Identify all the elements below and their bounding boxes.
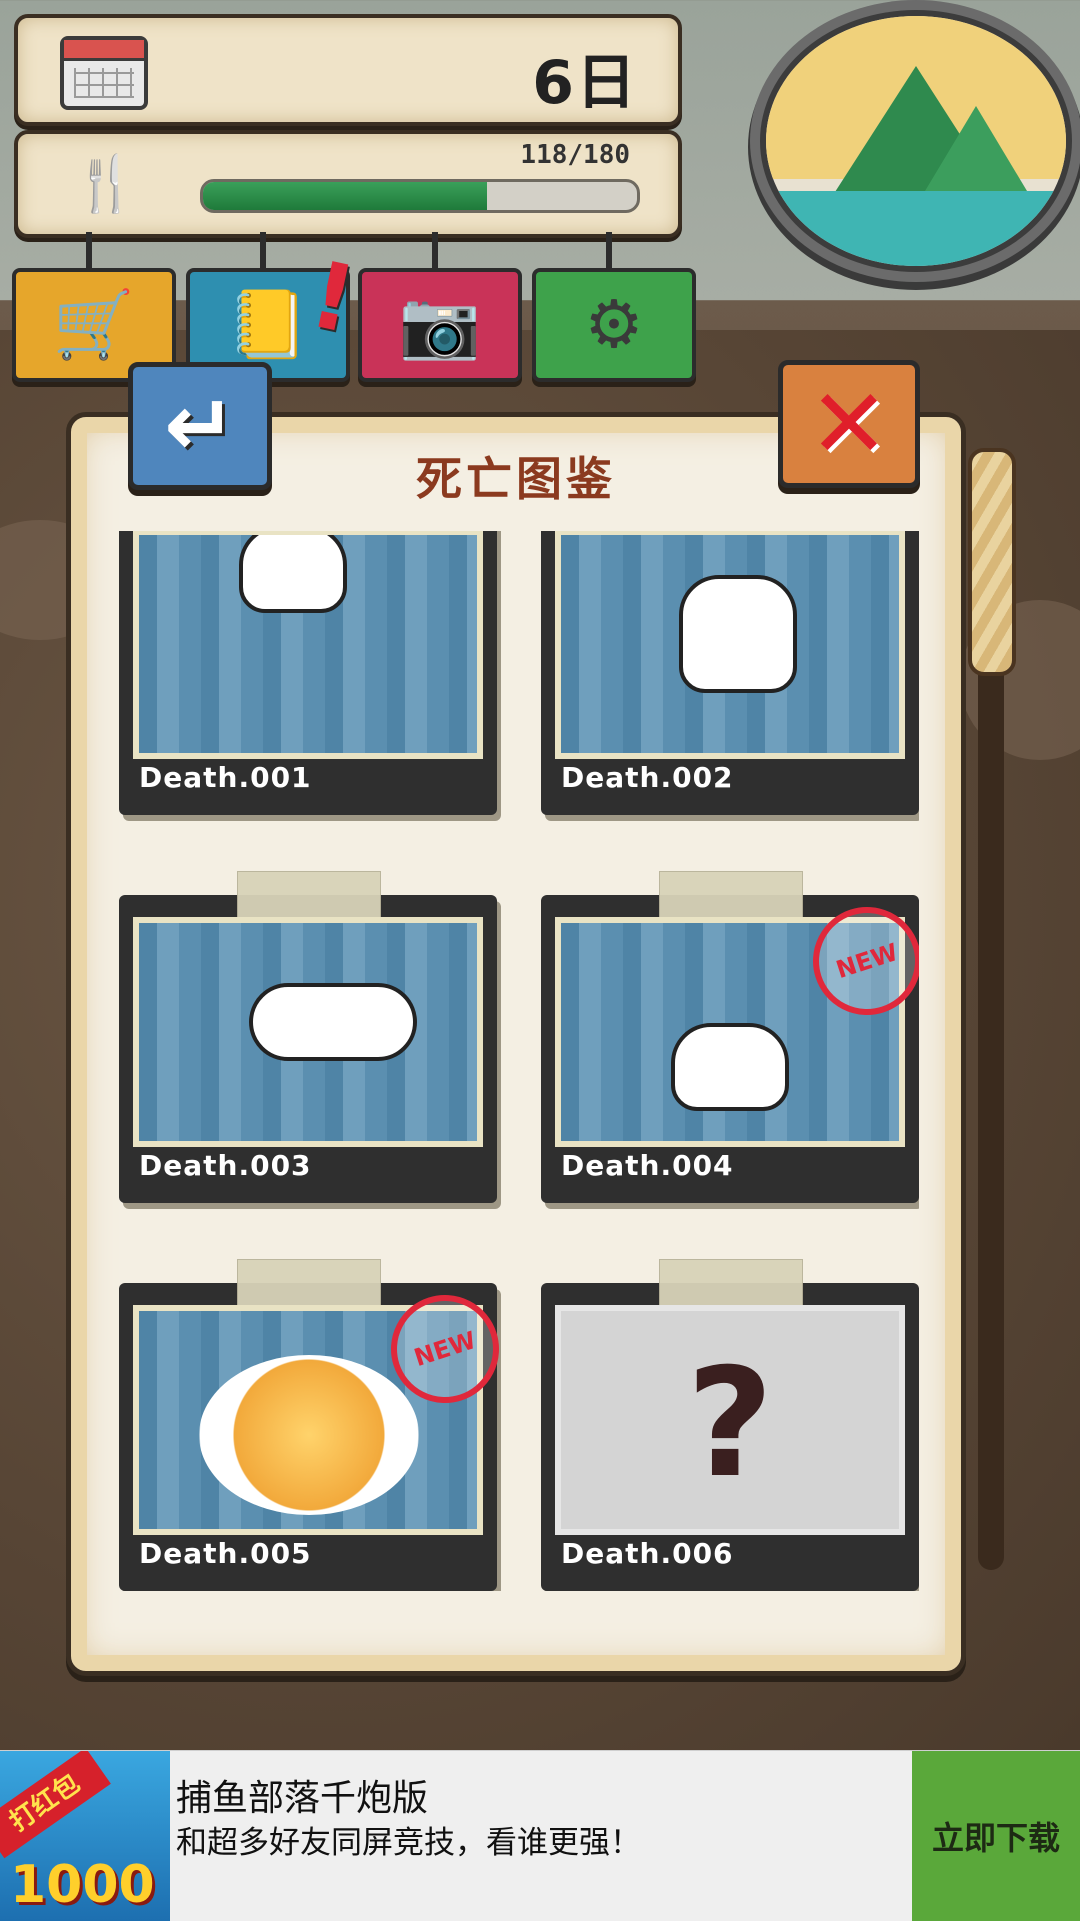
card-caption: Death.003 [139, 1149, 312, 1182]
fork-knife-icon: 🍴 [72, 152, 140, 215]
food-progress-fill [203, 182, 488, 210]
card-caption: Death.004 [561, 1149, 734, 1182]
camera-icon: 📷 [398, 286, 482, 363]
close-icon: ✕ [808, 368, 890, 480]
tape-strip [237, 1259, 381, 1307]
back-button[interactable]: ↵ [128, 362, 272, 490]
seal-character [671, 1023, 789, 1111]
death-illustration [133, 917, 483, 1147]
tape-strip [659, 1259, 803, 1307]
tape-strip [659, 871, 803, 919]
ad-icon-ribbon: 打红包 [0, 1751, 111, 1859]
explosion-illustration [199, 1355, 419, 1515]
tape-strip [237, 871, 381, 919]
food-meter-value: 118/180 [520, 140, 630, 170]
day-counter-value: 6日 [532, 48, 638, 118]
gallery-card-death-006[interactable]: ? Death.006 [541, 1259, 919, 1591]
ad-subtitle: 和超多好友同屏竞技，看谁更强！ [176, 1825, 641, 1861]
locked-illustration: ? [555, 1305, 905, 1535]
death-illustration [555, 531, 905, 759]
water-icon [766, 191, 1066, 266]
card-caption: Death.005 [139, 1537, 312, 1570]
seal-character [249, 983, 417, 1061]
seal-character [679, 575, 797, 693]
ad-title: 捕鱼部落千炮版 [176, 1778, 429, 1819]
death-gallery-dialog: 死亡图鉴 Death.001 Death.002 Death.003 NEW D… [66, 412, 966, 1676]
gear-icon: ⚙ [584, 286, 644, 363]
gallery-card-death-001[interactable]: Death.001 [119, 531, 497, 815]
map-button[interactable] [760, 10, 1072, 272]
food-meter-panel: 🍴 118/180 [14, 130, 682, 238]
day-counter-panel: 6日 [14, 14, 682, 126]
seal-character [239, 535, 347, 613]
gallery-card-death-004[interactable]: NEW Death.004 [541, 871, 919, 1203]
ad-banner[interactable]: 打红包 1000 捕鱼部落千炮版 和超多好友同屏竞技，看谁更强！ 立即下载 [0, 1750, 1080, 1921]
ad-download-button[interactable]: 立即下载 [912, 1751, 1080, 1921]
ad-icon-number: 1000 [10, 1855, 155, 1915]
close-button[interactable]: ✕ [778, 360, 920, 488]
gallery-card-death-005[interactable]: NEW Death.005 [119, 1259, 514, 1591]
settings-button[interactable]: ⚙ [532, 232, 696, 382]
card-caption: Death.001 [139, 761, 312, 794]
gallery-scroll-area[interactable]: Death.001 Death.002 Death.003 NEW Death.… [119, 531, 919, 1591]
scrollbar-thumb[interactable] [968, 448, 1016, 676]
notebook-icon: 📒 [226, 286, 310, 363]
ad-app-icon[interactable]: 打红包 1000 [0, 1751, 170, 1921]
calendar-icon [60, 36, 148, 110]
question-mark-icon: ? [686, 1337, 774, 1511]
gallery-card-death-003[interactable]: Death.003 [119, 871, 497, 1203]
camera-button[interactable]: 📷 [358, 232, 522, 382]
card-caption: Death.002 [561, 761, 734, 794]
food-progress-bar [200, 179, 640, 213]
death-illustration [133, 531, 483, 759]
card-caption: Death.006 [561, 1537, 734, 1570]
gallery-card-death-002[interactable]: Death.002 [541, 531, 919, 815]
cart-icon: 🛒 [52, 286, 136, 363]
return-arrow-icon: ↵ [163, 376, 237, 476]
